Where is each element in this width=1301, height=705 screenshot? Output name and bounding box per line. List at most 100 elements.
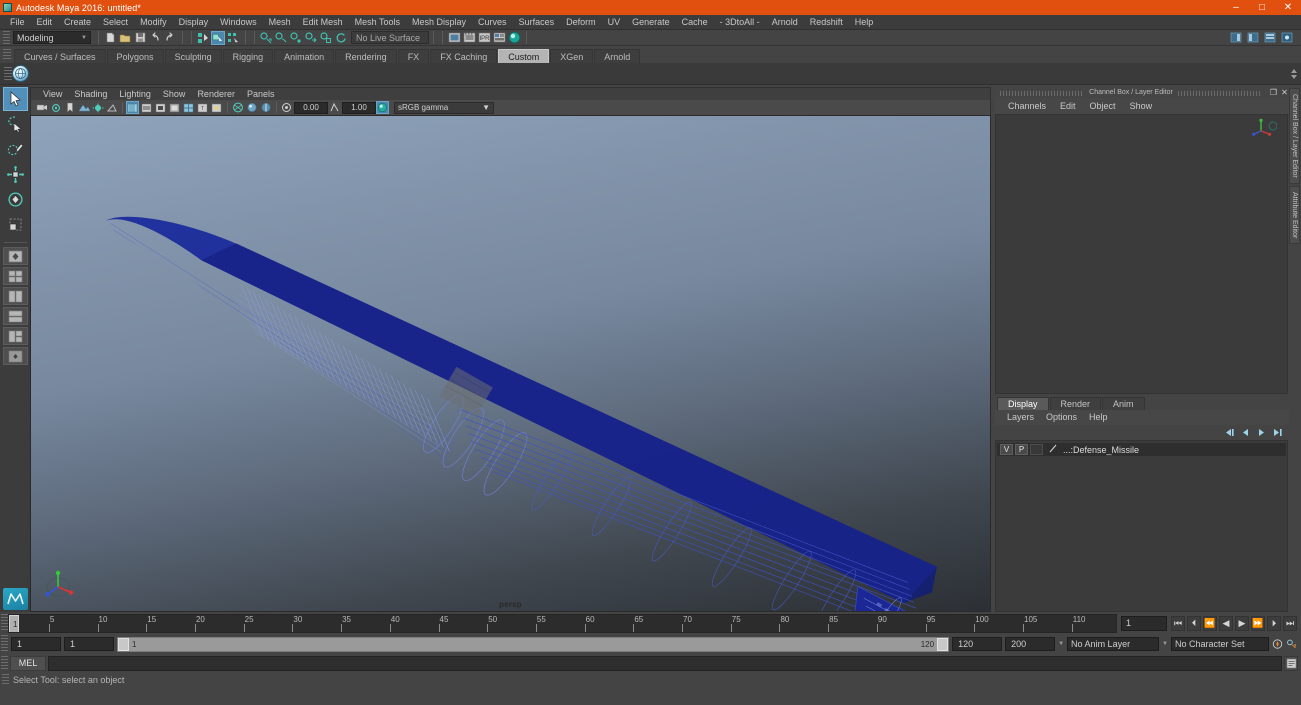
redo-icon[interactable]: [163, 31, 177, 45]
vertical-tab-channel-box[interactable]: Channel Box / Layer Editor: [1289, 88, 1300, 184]
select-by-component-icon[interactable]: [226, 31, 240, 45]
channelbox-menu-edit[interactable]: Edit: [1053, 98, 1083, 114]
range-start-handle[interactable]: [118, 637, 129, 651]
viewport-menu-panels[interactable]: Panels: [241, 88, 281, 101]
layer-tab-display[interactable]: Display: [997, 397, 1049, 410]
play-forwards-button[interactable]: ▶: [1235, 615, 1249, 631]
time-slider[interactable]: 1 5 10 15 20 25 30 35 40 45 50 55 60 65 70 75 80 85 90 95 1…: [8, 613, 1117, 633]
shelf-tab-xgen[interactable]: XGen: [550, 49, 594, 63]
shelf-tab-custom[interactable]: Custom: [498, 49, 550, 63]
flat-shade-icon[interactable]: [168, 101, 181, 114]
anim-layer-dropdown[interactable]: No Anim Layer: [1067, 637, 1160, 651]
close-icon[interactable]: ✕: [1280, 88, 1289, 97]
xray-active-components-icon[interactable]: [259, 101, 272, 114]
make-live-icon[interactable]: [334, 31, 348, 45]
go-to-end-button[interactable]: ⏭: [1283, 615, 1297, 631]
menu-arnold[interactable]: Arnold: [766, 15, 804, 30]
outliner-persp-layout[interactable]: [2, 347, 28, 365]
animation-preferences-icon[interactable]: [1286, 639, 1297, 649]
menuset-dropdown[interactable]: Modeling ▼: [13, 31, 91, 44]
smooth-shade-all-icon[interactable]: [140, 101, 153, 114]
undo-icon[interactable]: [148, 31, 162, 45]
shadows-icon[interactable]: [105, 101, 118, 114]
smooth-shade-selected-icon[interactable]: [154, 101, 167, 114]
layer-row[interactable]: V P ...:Defense_Missile: [997, 443, 1286, 456]
panel-drag-dots[interactable]: [1177, 89, 1263, 96]
gamma-field[interactable]: 1.00: [342, 101, 376, 114]
command-line-grip[interactable]: [1, 655, 8, 671]
step-forward-key-button[interactable]: ⏩: [1251, 615, 1265, 631]
animation-end-field[interactable]: 200: [1005, 637, 1056, 651]
two-sided-lighting-icon[interactable]: [91, 101, 104, 114]
ipr-render-icon[interactable]: [462, 31, 476, 45]
shelf-tab-sculpting[interactable]: Sculpting: [164, 49, 222, 63]
close-button[interactable]: ✕: [1275, 0, 1301, 15]
menu-display[interactable]: Display: [173, 15, 215, 30]
wireframe-on-shaded-icon[interactable]: [182, 101, 195, 114]
shelf-body-grip[interactable]: [4, 67, 12, 80]
menu-edit[interactable]: Edit: [31, 15, 59, 30]
lasso-select-tool[interactable]: [3, 112, 28, 136]
channel-box-content[interactable]: [995, 114, 1288, 394]
script-editor-icon[interactable]: [1284, 655, 1298, 671]
command-language-label[interactable]: MEL: [10, 655, 46, 671]
new-scene-icon[interactable]: [103, 31, 117, 45]
viewport-menu-shading[interactable]: Shading: [68, 88, 113, 101]
layer-menu-help[interactable]: Help: [1083, 410, 1114, 425]
menu-generate[interactable]: Generate: [626, 15, 676, 30]
menu-surfaces[interactable]: Surfaces: [513, 15, 561, 30]
range-end-field[interactable]: 120: [952, 637, 1003, 651]
use-default-light-icon[interactable]: [210, 101, 223, 114]
snap-view-plane-icon[interactable]: [319, 31, 333, 45]
menu-redshift[interactable]: Redshift: [804, 15, 849, 30]
menu-help[interactable]: Help: [849, 15, 880, 30]
four-view-layout[interactable]: [2, 267, 28, 285]
shelf-tab-rigging[interactable]: Rigging: [222, 49, 274, 63]
exposure-icon[interactable]: [280, 101, 293, 114]
menu-mesh[interactable]: Mesh: [263, 15, 297, 30]
command-input[interactable]: [48, 655, 1282, 671]
range-end-handle[interactable]: [937, 637, 949, 651]
layer-next-icon[interactable]: [1256, 428, 1267, 438]
menu-windows[interactable]: Windows: [214, 15, 263, 30]
play-backwards-button[interactable]: ◀: [1219, 615, 1233, 631]
channelbox-menu-show[interactable]: Show: [1123, 98, 1160, 114]
wireframe-shading-icon[interactable]: [126, 101, 139, 114]
hypershade-icon[interactable]: [492, 31, 506, 45]
menu-deform[interactable]: Deform: [560, 15, 602, 30]
three-pane-layout[interactable]: [2, 327, 28, 345]
menu-uv[interactable]: UV: [602, 15, 627, 30]
textures-icon[interactable]: T: [196, 101, 209, 114]
chevron-down-icon[interactable]: ▼: [1058, 641, 1064, 647]
menu-edit-mesh[interactable]: Edit Mesh: [297, 15, 349, 30]
move-tool[interactable]: [3, 162, 28, 186]
auto-keyframe-icon[interactable]: [1272, 639, 1283, 649]
layer-first-icon[interactable]: [1224, 428, 1235, 438]
menu-mesh-display[interactable]: Mesh Display: [406, 15, 472, 30]
color-management-dropdown[interactable]: sRGB gamma ▼: [394, 101, 494, 114]
animation-start-field[interactable]: 1: [11, 637, 61, 651]
playhead[interactable]: 1: [9, 614, 19, 632]
viewport-menu-view[interactable]: View: [37, 88, 68, 101]
image-plane-icon[interactable]: [77, 101, 90, 114]
single-perspective-layout[interactable]: [2, 247, 28, 265]
sidebar-attribute-editor-icon[interactable]: [1229, 31, 1243, 45]
open-scene-icon[interactable]: [118, 31, 132, 45]
perspective-viewport[interactable]: persp: [30, 115, 991, 612]
snap-grid-icon[interactable]: [259, 31, 273, 45]
channelbox-menu-object[interactable]: Object: [1083, 98, 1123, 114]
menu-select[interactable]: Select: [97, 15, 134, 30]
paint-select-tool[interactable]: [3, 137, 28, 161]
range-bar[interactable]: 1 120: [117, 636, 950, 652]
menu-3dtoall[interactable]: - 3DtoAll -: [714, 15, 766, 30]
shelf-tab-curves-surfaces[interactable]: Curves / Surfaces: [14, 49, 106, 63]
menu-create[interactable]: Create: [58, 15, 97, 30]
select-tool[interactable]: [2, 87, 28, 111]
camera-attributes-icon[interactable]: [49, 101, 62, 114]
time-slider-grip[interactable]: [1, 614, 8, 632]
viewport-menu-show[interactable]: Show: [157, 88, 192, 101]
menu-curves[interactable]: Curves: [472, 15, 513, 30]
shelf-tab-arnold[interactable]: Arnold: [594, 49, 641, 63]
minimize-button[interactable]: –: [1223, 0, 1249, 15]
range-slider-grip[interactable]: [1, 635, 8, 653]
